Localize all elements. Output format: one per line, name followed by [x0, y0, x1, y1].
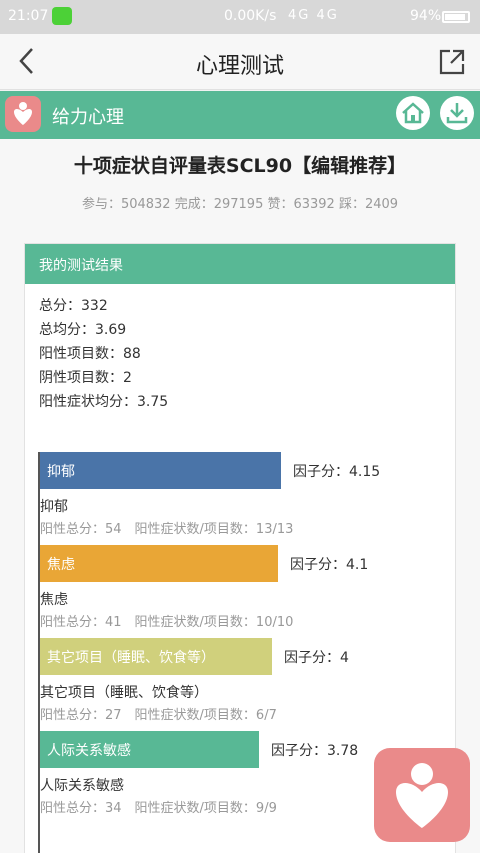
summary-positive-average: 阳性症状均分：3.75	[39, 394, 169, 410]
factor-bar: 抑郁	[40, 452, 281, 489]
factor-detail: 阳性总分：27 阳性症状数/项目数：6/7	[40, 708, 277, 723]
share-button[interactable]	[438, 48, 466, 76]
heart-logo-icon	[396, 763, 448, 828]
signal-icons: 4G 4G	[288, 8, 339, 23]
title-bar: 心理测试	[0, 34, 480, 90]
factor-score: 因子分：4.15	[293, 464, 381, 480]
page-title: 心理测试	[195, 54, 284, 79]
factor-name: 人际关系敏感	[40, 778, 124, 794]
share-out-icon	[439, 49, 465, 75]
test-stats: 参与：504832 完成：297195 赞：63392 踩：2409	[81, 197, 399, 212]
factor-name: 焦虑	[40, 592, 68, 608]
summary-negative-count: 阴性项目数：2	[39, 370, 132, 386]
status-bar: 21:07 0.00K/s 4G 4G 94%	[0, 0, 480, 34]
factor-detail: 阳性总分：54 阳性症状数/项目数：13/13	[40, 522, 294, 537]
result-header: 我的测试结果	[25, 244, 455, 284]
summary-total: 总分：332	[39, 298, 108, 314]
floating-app-logo[interactable]	[374, 748, 470, 842]
download-icon	[446, 103, 468, 124]
battery-percent: 94%	[410, 8, 442, 24]
status-time: 21:07	[8, 8, 49, 24]
factor-name: 其它项目（睡眠、饮食等）	[40, 685, 208, 701]
app-bar: 给力心理	[0, 91, 480, 139]
battery-icon	[442, 11, 470, 23]
factor-bar: 人际关系敏感	[40, 731, 259, 768]
heart-logo-icon	[14, 102, 32, 125]
summary-positive-count: 阳性项目数：88	[39, 346, 141, 362]
wechat-icon	[52, 7, 72, 25]
factor-name: 抑郁	[40, 499, 68, 515]
home-button[interactable]	[396, 96, 430, 130]
app-name: 给力心理	[52, 107, 124, 128]
download-button[interactable]	[440, 96, 474, 130]
network-speed: 0.00K/s	[224, 8, 277, 24]
factor-score: 因子分：3.78	[271, 743, 359, 759]
summary-average: 总均分：3.69	[39, 322, 127, 338]
factor-detail: 阳性总分：41 阳性症状数/项目数：10/10	[40, 615, 294, 630]
test-title: 十项症状自评量表SCL90【编辑推荐】	[73, 155, 407, 177]
factor-detail: 阳性总分：34 阳性症状数/项目数：9/9	[40, 801, 277, 816]
factor-score: 因子分：4.1	[290, 557, 369, 573]
content-area: 十项症状自评量表SCL90【编辑推荐】 参与：504832 完成：297195 …	[0, 139, 480, 853]
factor-bar: 其它项目（睡眠、饮食等）	[40, 638, 272, 675]
factor-bar: 焦虑	[40, 545, 278, 582]
result-summary: 总分：332 总均分：3.69 阳性项目数：88 阴性项目数：2 阳性症状均分：…	[25, 284, 455, 414]
app-logo	[5, 96, 41, 132]
home-icon	[402, 102, 424, 124]
factor-score: 因子分：4	[284, 650, 349, 666]
